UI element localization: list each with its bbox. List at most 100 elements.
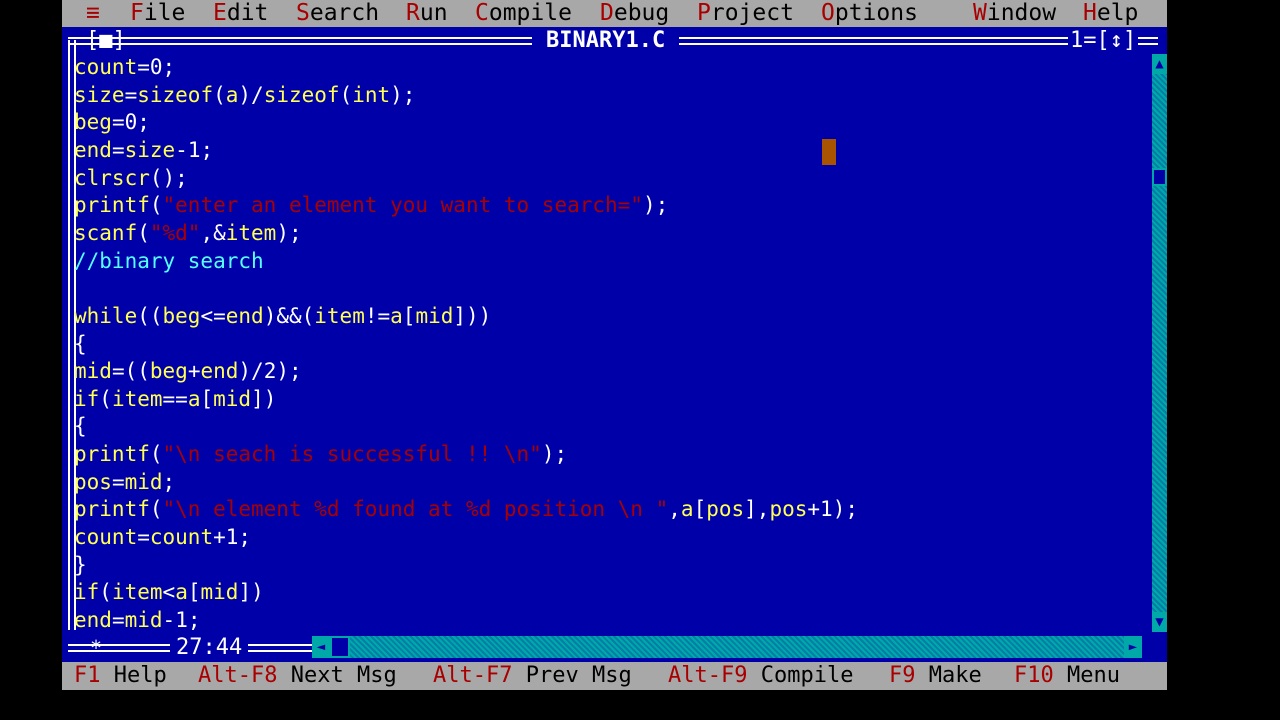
code-token: count xyxy=(74,55,138,79)
code-line[interactable]: pos=mid; xyxy=(74,469,175,496)
code-token: + xyxy=(187,359,201,384)
menu-window[interactable]: Window xyxy=(973,0,1056,27)
code-token: ); xyxy=(541,442,568,467)
close-box-button[interactable]: [■] xyxy=(86,29,126,53)
code-line[interactable]: end=size-1; xyxy=(74,137,213,164)
scroll-right-arrow-icon[interactable]: ► xyxy=(1124,636,1142,658)
code-token: a xyxy=(187,386,201,411)
code-token: mid xyxy=(200,580,239,605)
code-line[interactable]: beg=0; xyxy=(74,109,150,136)
code-token: 0 xyxy=(124,110,138,135)
code-token: a xyxy=(175,580,188,605)
system-menu[interactable]: ≡ xyxy=(86,0,100,27)
code-line[interactable]: clrscr(); xyxy=(74,165,188,192)
menu-hotkey: D xyxy=(600,0,614,26)
menu-edit[interactable]: Edit xyxy=(213,0,268,27)
code-token: int xyxy=(352,82,391,107)
code-token: size xyxy=(74,82,125,107)
menu-project[interactable]: Project xyxy=(697,0,794,27)
code-line[interactable]: size=sizeof(a)/sizeof(int); xyxy=(74,82,415,109)
status-key-menu[interactable]: F10 Menu xyxy=(1014,662,1120,690)
code-token: if xyxy=(74,386,100,411)
code-token: sizeof xyxy=(263,82,340,107)
menu-label: dit xyxy=(226,0,269,26)
code-editor[interactable]: count=0; size=sizeof(a)/sizeof(int); beg=0… xyxy=(74,54,1149,632)
menu-label: un xyxy=(419,0,448,26)
code-token: ); xyxy=(390,82,416,107)
code-line[interactable]: { xyxy=(74,413,87,440)
menu-compile[interactable]: Compile xyxy=(475,0,572,27)
menu-help[interactable]: Help xyxy=(1083,0,1138,27)
code-token: (( xyxy=(137,303,163,328)
key-action: Compile xyxy=(760,663,854,688)
key-action: Next Msg xyxy=(290,663,397,688)
code-line[interactable]: } xyxy=(74,552,87,579)
code-token: if xyxy=(74,580,100,605)
status-bar: F1 Help Alt-F8 Next Msg Alt-F7 Prev Msg … xyxy=(62,662,1167,690)
vertical-scroll-thumb[interactable] xyxy=(1152,168,1167,186)
code-token: { xyxy=(74,331,87,356)
status-key-prev-msg[interactable]: Alt-F7 Prev Msg xyxy=(433,662,632,690)
code-token: [ xyxy=(200,386,214,411)
code-line[interactable]: //binary search xyxy=(74,248,264,275)
code-line[interactable]: scanf("%d",&item); xyxy=(74,220,302,247)
code-token: pos xyxy=(706,497,745,522)
code-line[interactable]: { xyxy=(74,331,87,358)
code-token: 1 xyxy=(187,137,201,162)
menu-run[interactable]: Run xyxy=(406,0,448,27)
code-token: 1 xyxy=(175,608,188,632)
code-token: + xyxy=(213,525,226,550)
code-token: beg xyxy=(149,359,188,384)
code-token: = xyxy=(137,55,150,79)
code-line[interactable]: end=mid-1; xyxy=(74,607,201,634)
code-token: ], xyxy=(744,497,770,522)
scroll-down-arrow-icon[interactable]: ▼ xyxy=(1152,612,1167,632)
code-token: clrscr xyxy=(74,165,150,190)
code-token: == xyxy=(162,386,188,411)
horizontal-scrollbar[interactable]: ◄ ► xyxy=(312,636,1142,658)
code-token: "enter an element you want to search=" xyxy=(162,193,643,218)
code-line[interactable]: if(item==a[mid]) xyxy=(74,386,276,413)
code-line[interactable]: printf("\n element %d found at %d positi… xyxy=(74,496,858,523)
code-token: 2 xyxy=(263,359,277,384)
menu-hotkey: S xyxy=(296,0,310,26)
key-label: F9 xyxy=(889,663,916,688)
menu-file[interactable]: File xyxy=(130,0,185,27)
status-key-compile[interactable]: Alt-F9 Compile xyxy=(668,662,853,690)
code-token: [ xyxy=(402,303,416,328)
code-token: ]) xyxy=(238,580,264,605)
code-line[interactable]: while((beg<=end)&&(item!=a[mid])) xyxy=(74,303,491,330)
code-token: ; xyxy=(162,55,176,79)
scroll-left-arrow-icon[interactable]: ◄ xyxy=(312,636,330,658)
menu-label: ebug xyxy=(613,0,670,26)
window-number-zoom[interactable]: 1=[↕] xyxy=(1068,29,1139,53)
code-token: pos xyxy=(769,497,808,522)
code-token: scanf xyxy=(74,220,138,245)
code-token: ( xyxy=(149,442,163,467)
code-line[interactable]: count=count+1; xyxy=(74,524,251,551)
code-line[interactable]: printf("enter an element you want to sea… xyxy=(74,192,668,219)
menu-debug[interactable]: Debug xyxy=(600,0,669,27)
horizontal-scroll-thumb[interactable] xyxy=(330,636,350,658)
status-key-help[interactable]: F1 Help xyxy=(74,662,167,690)
code-token: ( xyxy=(339,82,353,107)
code-line[interactable]: count=0; xyxy=(74,54,175,81)
code-line[interactable]: printf("\n seach is successful !! \n"); xyxy=(74,441,567,468)
code-token: pos xyxy=(74,469,112,494)
code-token: "\n element %d found at %d position \n " xyxy=(162,497,669,522)
code-token: = xyxy=(137,525,150,550)
code-line[interactable]: mid=((beg+end)/2); xyxy=(74,358,302,385)
code-token: end xyxy=(200,359,239,384)
menu-options[interactable]: Options xyxy=(821,0,918,27)
code-token: ( xyxy=(149,193,163,218)
status-key-make[interactable]: F9 Make xyxy=(889,662,982,690)
code-token: item xyxy=(314,303,365,328)
menu-search[interactable]: Search xyxy=(296,0,379,27)
status-key-next-msg[interactable]: Alt-F8 Next Msg xyxy=(198,662,397,690)
code-token: item xyxy=(225,220,277,245)
code-token: - xyxy=(162,608,176,632)
window-title: BINARY1.C xyxy=(532,29,680,53)
vertical-scrollbar[interactable]: ▲ ▼ xyxy=(1152,54,1167,632)
code-line[interactable]: if(item<a[mid]) xyxy=(74,579,264,606)
scroll-up-arrow-icon[interactable]: ▲ xyxy=(1152,54,1167,74)
